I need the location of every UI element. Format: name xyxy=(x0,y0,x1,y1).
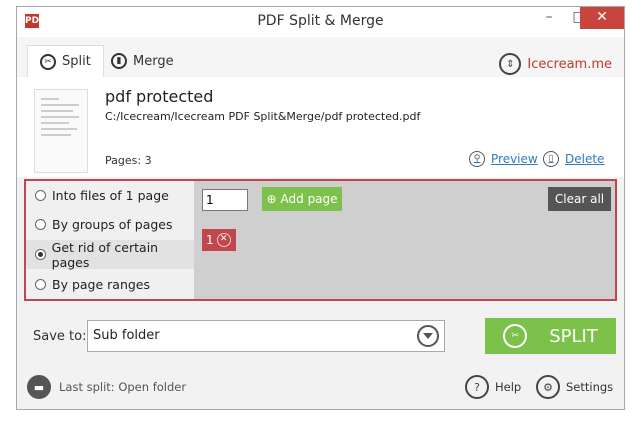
gear-icon: ⚙ xyxy=(536,375,560,399)
tab-bar: ✂ Split ▮ Merge ⇕ Icecream.me xyxy=(17,37,624,77)
option-label: By groups of pages xyxy=(52,217,173,232)
scissors-icon: ✂ xyxy=(40,53,56,70)
minimize-button[interactable]: – xyxy=(534,7,564,29)
file-name: pdf protected xyxy=(105,87,214,106)
brand-label: Icecream.me xyxy=(527,56,612,72)
pdf-thumbnail xyxy=(34,89,88,173)
folder-icon: ▬ xyxy=(27,375,51,399)
last-split-label: Last split: Open folder xyxy=(59,380,187,394)
file-path: C:/Icecream/Icecream PDF Split&Merge/pdf… xyxy=(105,110,421,123)
option-label: Get rid of certain pages xyxy=(51,239,159,270)
page-number-input[interactable]: 1 xyxy=(202,189,248,211)
question-icon: ? xyxy=(465,375,489,399)
last-split-link[interactable]: ▬ Last split: Open folder xyxy=(27,375,186,399)
split-label: SPLIT xyxy=(549,325,598,347)
trash-icon: ▯ xyxy=(543,151,559,167)
delete-link[interactable]: ▯ Delete xyxy=(543,151,604,167)
option-by-page-ranges[interactable]: By page ranges xyxy=(26,270,194,299)
option-label: Into files of 1 page xyxy=(52,188,169,203)
clear-all-button[interactable]: Clear all xyxy=(548,187,611,211)
app-window: PDF PDF Split & Merge – □ ✕ ✂ Split ▮ Me… xyxy=(16,6,625,410)
settings-button[interactable]: ⚙ Settings xyxy=(536,375,613,399)
preview-link[interactable]: ⚲ Preview xyxy=(469,151,538,167)
option-by-groups[interactable]: By groups of pages xyxy=(26,210,194,239)
option-get-rid-of-pages[interactable]: Get rid of certain pages xyxy=(26,239,194,270)
tab-split-label: Split xyxy=(62,54,91,69)
tab-merge[interactable]: ▮ Merge xyxy=(111,46,174,76)
radio-button[interactable] xyxy=(35,219,46,230)
close-button[interactable]: ✕ xyxy=(580,7,624,29)
chevron-down-icon[interactable] xyxy=(417,325,439,347)
page-tag-label: 1 xyxy=(206,233,214,247)
updown-arrow-icon: ⇕ xyxy=(499,53,522,75)
page-count: Pages: 3 xyxy=(105,154,152,167)
add-page-button[interactable]: ⊕ Add page xyxy=(262,187,342,211)
save-to-dropdown[interactable]: Sub folder xyxy=(87,320,445,352)
settings-label: Settings xyxy=(566,380,614,394)
page-tag: 1 ✕ xyxy=(202,229,236,251)
plus-icon: ⊕ xyxy=(266,192,277,206)
split-mode-list: Into files of 1 page By groups of pages … xyxy=(26,181,194,299)
tab-merge-label: Merge xyxy=(133,53,174,69)
save-to-value: Sub folder xyxy=(93,328,160,343)
window-title: PDF Split & Merge xyxy=(257,13,384,29)
split-options-panel: Into files of 1 page By groups of pages … xyxy=(24,179,617,301)
preview-label: Preview xyxy=(491,152,538,166)
remove-tag-icon[interactable]: ✕ xyxy=(216,233,231,247)
delete-label: Delete xyxy=(565,152,605,166)
help-button[interactable]: ? Help xyxy=(465,375,521,399)
merge-icon: ▮ xyxy=(111,53,127,69)
radio-button[interactable] xyxy=(35,190,46,201)
tab-split[interactable]: ✂ Split xyxy=(27,45,104,77)
help-label: Help xyxy=(495,380,522,394)
option-label: By page ranges xyxy=(52,277,150,292)
radio-button-selected[interactable] xyxy=(35,249,46,260)
add-page-label: Add page xyxy=(280,192,338,206)
brand-link[interactable]: ⇕ Icecream.me xyxy=(499,53,612,75)
scissors-icon: ✂ xyxy=(503,324,528,348)
radio-button[interactable] xyxy=(35,279,46,290)
magnifier-icon: ⚲ xyxy=(469,151,485,167)
split-button[interactable]: ✂ SPLIT xyxy=(485,318,616,354)
file-panel: pdf protected C:/Icecream/Icecream PDF S… xyxy=(17,77,624,177)
save-to-label: Save to: xyxy=(33,329,87,344)
title-bar: PDF PDF Split & Merge – □ ✕ xyxy=(17,7,624,37)
option-into-files[interactable]: Into files of 1 page xyxy=(26,181,194,210)
